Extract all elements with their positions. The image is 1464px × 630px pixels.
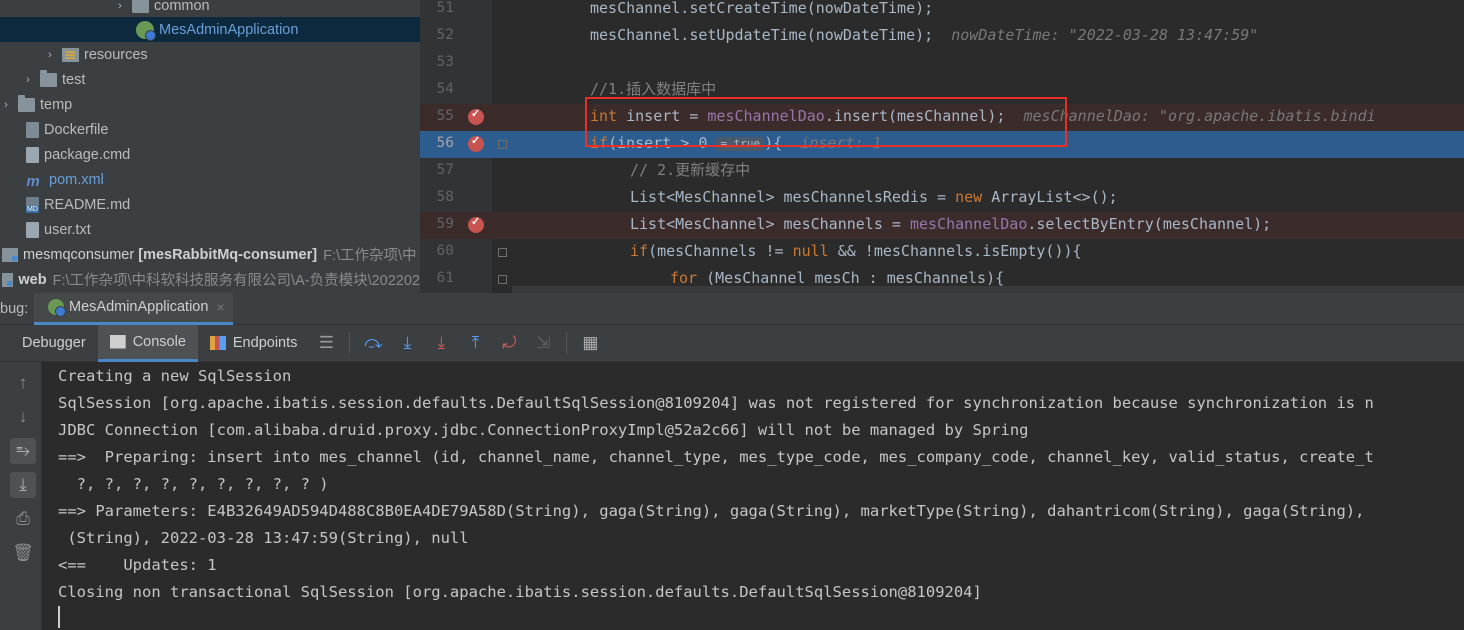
module-icon	[2, 272, 14, 287]
line-number: 55	[436, 108, 454, 124]
line-number: 52	[436, 27, 454, 43]
tree-item-resources[interactable]: › resources	[0, 42, 420, 67]
inline-debug-value: mesChannelDao: "org.apache.ibatis.bindi	[1023, 107, 1376, 125]
arrow-down-icon[interactable]: ↓	[10, 404, 36, 430]
tree-module-web[interactable]: web F:\工作杂项\中科软科技服务有限公司\A-负责模块\202202	[0, 267, 420, 292]
tab-console[interactable]: Console	[97, 324, 198, 362]
console-line: SqlSession [org.apache.ibatis.session.de…	[58, 394, 1374, 412]
chevron-right-icon[interactable]: ›	[22, 74, 34, 86]
docker-file-icon	[26, 121, 39, 138]
line-number: 53	[436, 54, 454, 70]
tree-module-mesmqconsumer[interactable]: mesmqconsumer [mesRabbitMq-consumer] F:\…	[0, 242, 420, 267]
breakpoint-icon[interactable]	[468, 215, 484, 233]
maven-icon: m	[26, 172, 40, 190]
toolbar-separator	[349, 332, 351, 354]
line-number: 51	[436, 0, 454, 16]
trash-icon[interactable]: 🗑	[10, 540, 36, 566]
step-into-icon[interactable]: ⤓	[393, 329, 421, 357]
breakpoint-icon[interactable]	[468, 107, 484, 125]
debug-label: bug:	[0, 300, 29, 317]
tree-item-user-txt[interactable]: user.txt	[0, 217, 420, 242]
inline-debug-value: nowDateTime: "2022-03-28 13:47:59"	[951, 26, 1259, 44]
code-line-57[interactable]: // 2.更新缓存中	[502, 157, 1464, 184]
module-icon	[2, 247, 18, 262]
code-line-51[interactable]: mesChannel.setCreateTime(nowDateTime);	[502, 0, 1464, 22]
endpoints-icon	[209, 336, 226, 350]
breakpoint-icon[interactable]	[468, 134, 484, 152]
tree-item-pom-xml[interactable]: m pom.xml	[0, 167, 420, 192]
arrow-up-icon[interactable]: ↑	[10, 370, 36, 396]
console-line: (String), 2022-03-28 13:47:59(String), n…	[58, 529, 469, 547]
chevron-right-icon[interactable]: ›	[44, 49, 56, 61]
markdown-file-icon	[26, 196, 39, 213]
console-line: <== Updates: 1	[58, 556, 217, 574]
print-icon[interactable]: ⎙	[10, 506, 36, 532]
tree-item-mes-admin-application[interactable]: MesAdminApplication	[0, 17, 420, 42]
code-line-60[interactable]: if(mesChannels != null && !mesChannels.i…	[502, 238, 1464, 265]
chevron-right-icon[interactable]: ›	[0, 99, 12, 111]
debug-toolbar: Debugger Console Endpoints ☰ ⤼ ⤓ ⤓ ⤒ ⤾ ⇲…	[0, 324, 1464, 362]
line-number: 60	[436, 243, 454, 259]
step-over-icon[interactable]: ⤼	[359, 329, 387, 357]
console-side-toolbar: ↑ ↓ ⥱ ⤓ ⎙ 🗑	[0, 362, 42, 630]
folder-icon	[40, 69, 57, 87]
tree-item-common[interactable]: › common	[0, 0, 420, 18]
console-line: ?, ?, ?, ?, ?, ?, ?, ?, ? )	[58, 475, 329, 493]
force-step-into-icon[interactable]: ⤓	[427, 329, 455, 357]
step-out-icon[interactable]: ⤒	[461, 329, 489, 357]
tab-mes-admin-application[interactable]: MesAdminApplication ×	[34, 292, 233, 325]
spring-boot-icon	[136, 20, 156, 41]
code-line-59[interactable]: List<MesChannel> mesChannels = mesChanne…	[502, 211, 1464, 238]
evaluate-expression-icon[interactable]: ▦	[576, 329, 604, 357]
tab-endpoints[interactable]: Endpoints	[198, 325, 310, 362]
scroll-to-end-icon[interactable]: ⤓	[10, 472, 36, 498]
console-line: JDBC Connection [com.alibaba.druid.proxy…	[58, 421, 1029, 439]
annotation-highlight-box	[585, 97, 1067, 147]
resources-folder-icon	[62, 47, 79, 62]
editor-horizontal-scrollbar[interactable]	[512, 286, 1464, 293]
code-line-53[interactable]	[502, 49, 1464, 76]
code-line-52[interactable]: mesChannel.setUpdateTime(nowDateTime); n…	[502, 22, 1464, 49]
tree-item-dockerfile[interactable]: Dockerfile	[0, 117, 420, 142]
console-line: Closing non transactional SqlSession [or…	[58, 583, 982, 601]
text-file-icon	[26, 221, 39, 238]
text-caret	[58, 606, 60, 628]
line-number: 59	[436, 216, 454, 232]
line-number: 57	[436, 162, 454, 178]
console-output[interactable]: Creating a new SqlSession SqlSession [or…	[42, 362, 1464, 630]
file-icon	[26, 146, 39, 163]
console-icon	[109, 334, 126, 349]
line-number: 56	[436, 135, 454, 151]
folder-icon	[18, 94, 35, 112]
tree-item-test[interactable]: › test	[0, 67, 420, 92]
drop-frame-icon[interactable]: ⤾	[495, 329, 523, 357]
line-number: 58	[436, 189, 454, 205]
debug-tool-window-header: bug: MesAdminApplication ×	[0, 292, 1464, 325]
tree-item-temp[interactable]: › temp	[0, 92, 420, 117]
console-line: Creating a new SqlSession	[58, 367, 292, 385]
project-tree: › common MesAdminApplication › resources…	[0, 0, 420, 293]
code-line-58[interactable]: List<MesChannel> mesChannelsRedis = new …	[502, 184, 1464, 211]
spring-boot-icon	[48, 299, 66, 317]
line-number: 54	[436, 81, 454, 97]
run-to-cursor-icon[interactable]: ⇲	[529, 329, 557, 357]
soft-wrap-icon[interactable]: ⥱	[10, 438, 36, 464]
chevron-right-icon[interactable]: ›	[114, 0, 126, 12]
tree-item-readme[interactable]: README.md	[0, 192, 420, 217]
package-icon	[132, 0, 149, 13]
console-line: ==> Parameters: E4B32649AD594D488C8B0EA4…	[58, 502, 1365, 520]
layout-menu-icon[interactable]: ☰	[312, 329, 340, 357]
tab-debugger[interactable]: Debugger	[0, 325, 98, 362]
line-number: 61	[436, 270, 454, 286]
console-line: ==> Preparing: insert into mes_channel (…	[58, 448, 1374, 466]
tree-item-package-cmd[interactable]: package.cmd	[0, 142, 420, 167]
toolbar-separator	[566, 332, 568, 354]
close-icon[interactable]: ×	[216, 299, 224, 315]
